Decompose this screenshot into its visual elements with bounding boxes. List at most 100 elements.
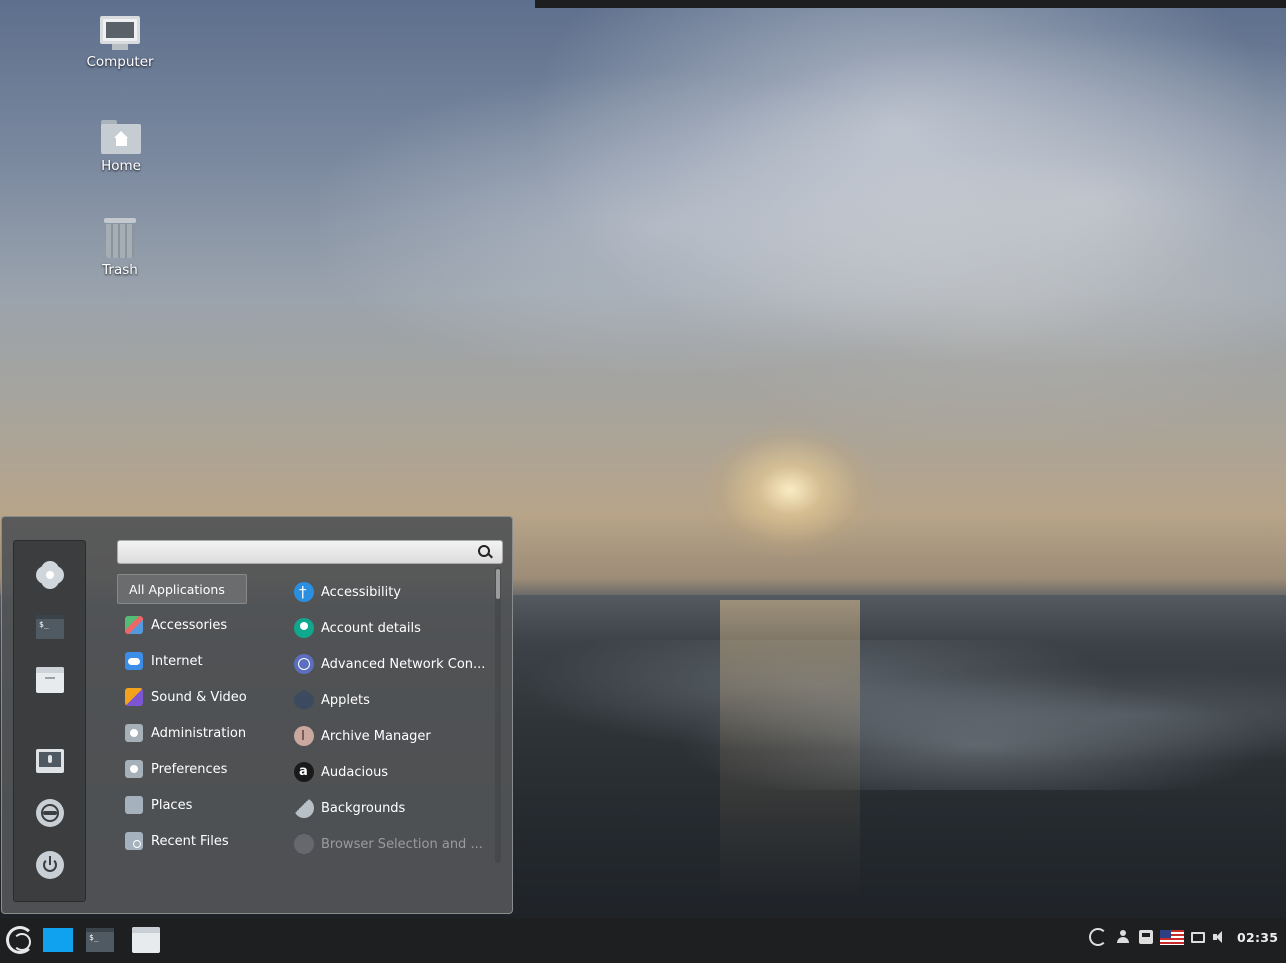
category-label: Internet [151, 653, 203, 669]
app-label: Archive Manager [321, 728, 431, 744]
tray-card[interactable] [1138, 926, 1154, 948]
home-folder-icon [101, 120, 141, 154]
trash-icon [104, 218, 136, 258]
desktop-icon-home[interactable]: Home [71, 120, 171, 174]
show-desktop-button[interactable] [42, 923, 74, 957]
logout-icon [36, 799, 64, 827]
tray-user[interactable] [1116, 926, 1130, 948]
app-list-scrollbar[interactable] [495, 567, 501, 863]
favorite-terminal[interactable]: $_ [33, 610, 67, 644]
tray-display[interactable] [1190, 926, 1206, 948]
search-input[interactable] [126, 544, 470, 562]
places-folder-icon [125, 796, 143, 814]
desktop-icon-computer[interactable]: Computer [70, 16, 170, 70]
desktop-icon-label: Computer [86, 54, 154, 70]
us-flag-icon [1160, 929, 1184, 945]
terminal-icon: $_ [36, 615, 64, 639]
application-list: Accessibility Account details Advanced N… [288, 574, 488, 864]
app-item-account-details[interactable]: Account details [288, 610, 488, 646]
app-label: Account details [321, 620, 421, 636]
category-label: All Applications [129, 581, 225, 597]
app-item-backgrounds[interactable]: Backgrounds [288, 790, 488, 826]
wallpaper-waves [510, 640, 1286, 790]
wallpaper-reflection [720, 600, 860, 900]
show-desktop-icon [43, 928, 73, 952]
network-icon [294, 654, 314, 674]
user-icon [1117, 930, 1129, 944]
internet-icon [125, 652, 143, 670]
sound-video-icon [125, 688, 143, 706]
display-icon [1191, 931, 1205, 943]
app-label: Applets [321, 692, 370, 708]
accessories-icon [125, 616, 143, 634]
tray-volume[interactable] [1212, 926, 1228, 948]
files-icon [36, 667, 64, 693]
top-window-edge [535, 0, 1286, 8]
app-item-advanced-network[interactable]: Advanced Network Con... [288, 646, 488, 682]
category-label: Sound & Video [151, 689, 247, 705]
power-icon [36, 851, 64, 879]
id-card-icon [1139, 930, 1153, 944]
logout-button[interactable] [33, 796, 67, 830]
category-internet[interactable]: Internet [117, 643, 287, 679]
app-list-scroll-thumb[interactable] [496, 569, 500, 599]
audacious-icon [294, 762, 314, 782]
app-label: Browser Selection and ... [321, 836, 483, 852]
app-label: Advanced Network Con... [321, 656, 486, 672]
account-icon [294, 618, 314, 638]
recent-files-icon [125, 832, 143, 850]
preferences-icon [125, 760, 143, 778]
volume-icon [1213, 930, 1227, 944]
category-label: Preferences [151, 761, 228, 777]
accessibility-icon [294, 582, 314, 602]
update-swirl-icon [1089, 928, 1107, 946]
archive-icon [294, 726, 314, 746]
desktop-icon-label: Trash [102, 262, 138, 278]
menu-button[interactable] [4, 923, 36, 957]
category-recent-files[interactable]: Recent Files [117, 823, 287, 859]
category-label: Administration [151, 725, 247, 741]
category-label: Accessories [151, 617, 228, 633]
search-icon [478, 545, 490, 557]
category-preferences[interactable]: Preferences [117, 751, 287, 787]
app-item-archive-manager[interactable]: Archive Manager [288, 718, 488, 754]
applets-icon [294, 690, 314, 710]
lock-screen-button[interactable] [33, 744, 67, 778]
category-accessories[interactable]: Accessories [117, 607, 287, 643]
taskbar: $_ 02:35 [0, 918, 1286, 963]
lock-screen-icon [36, 749, 64, 773]
terminal-icon: $_ [86, 928, 114, 952]
computer-icon [100, 16, 140, 50]
taskbar-files-launcher[interactable] [130, 923, 162, 957]
app-label: Backgrounds [321, 800, 406, 816]
favorite-files[interactable] [33, 663, 67, 697]
category-all-applications[interactable]: All Applications [117, 574, 247, 604]
files-icon [132, 927, 160, 953]
backgrounds-icon [294, 798, 314, 818]
app-item-accessibility[interactable]: Accessibility [288, 574, 488, 610]
wallpaper-sun [700, 420, 880, 560]
settings-icon [39, 564, 61, 586]
app-item-applets[interactable]: Applets [288, 682, 488, 718]
administration-icon [125, 724, 143, 742]
category-label: Recent Files [151, 833, 229, 849]
taskbar-terminal-launcher[interactable]: $_ [84, 923, 116, 957]
menu-search-box[interactable] [117, 540, 503, 564]
favorite-settings[interactable] [33, 558, 67, 592]
favorites-bar: $_ [13, 540, 86, 902]
browser-icon [294, 834, 314, 854]
desktop-icon-label: Home [101, 158, 141, 174]
desktop-icon-trash[interactable]: Trash [70, 218, 170, 278]
clock[interactable]: 02:35 [1237, 930, 1278, 945]
category-sound-video[interactable]: Sound & Video [117, 679, 287, 715]
category-places[interactable]: Places [117, 787, 287, 823]
menu-swirl-icon [6, 926, 34, 954]
app-item-audacious[interactable]: Audacious [288, 754, 488, 790]
category-label: Places [151, 797, 193, 813]
tray-update-manager[interactable] [1088, 926, 1108, 948]
app-item-browser-selection[interactable]: Browser Selection and ... [288, 826, 488, 862]
tray-keyboard-layout[interactable] [1160, 926, 1184, 948]
application-menu: $_ All Applications Accessories Internet [1, 516, 513, 914]
power-button[interactable] [33, 848, 67, 882]
category-administration[interactable]: Administration [117, 715, 287, 751]
